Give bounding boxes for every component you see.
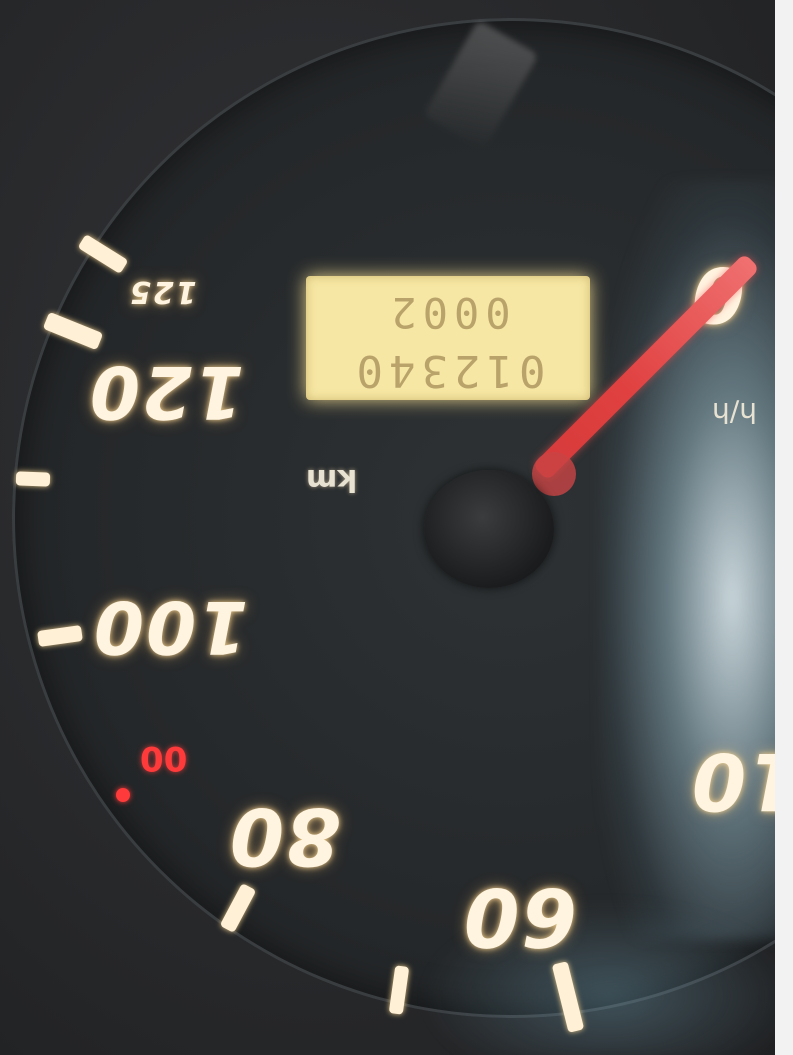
- needle-hub: [424, 470, 554, 588]
- odometer-total: 012340: [350, 345, 546, 396]
- scale-label-60: 60: [462, 870, 578, 963]
- speedometer-photo: 125 120 100 80 60 10 0 00 012340 0002 km…: [0, 0, 793, 1055]
- scale-label-125: 125: [128, 274, 197, 309]
- scale-label-100: 100: [92, 585, 249, 669]
- red-scale-label: 00: [140, 738, 188, 778]
- needle-base: [532, 452, 576, 496]
- odometer-display: 012340 0002: [306, 276, 590, 400]
- speed-unit-label: h/h: [712, 396, 757, 429]
- scale-label-120: 120: [88, 350, 245, 434]
- scale-label-80: 80: [228, 790, 341, 880]
- red-dot: [116, 788, 130, 802]
- distance-unit-label: km: [306, 462, 358, 497]
- page-edge: [775, 0, 793, 1055]
- odometer-trip: 0002: [385, 288, 511, 337]
- tick-mark: [15, 471, 51, 487]
